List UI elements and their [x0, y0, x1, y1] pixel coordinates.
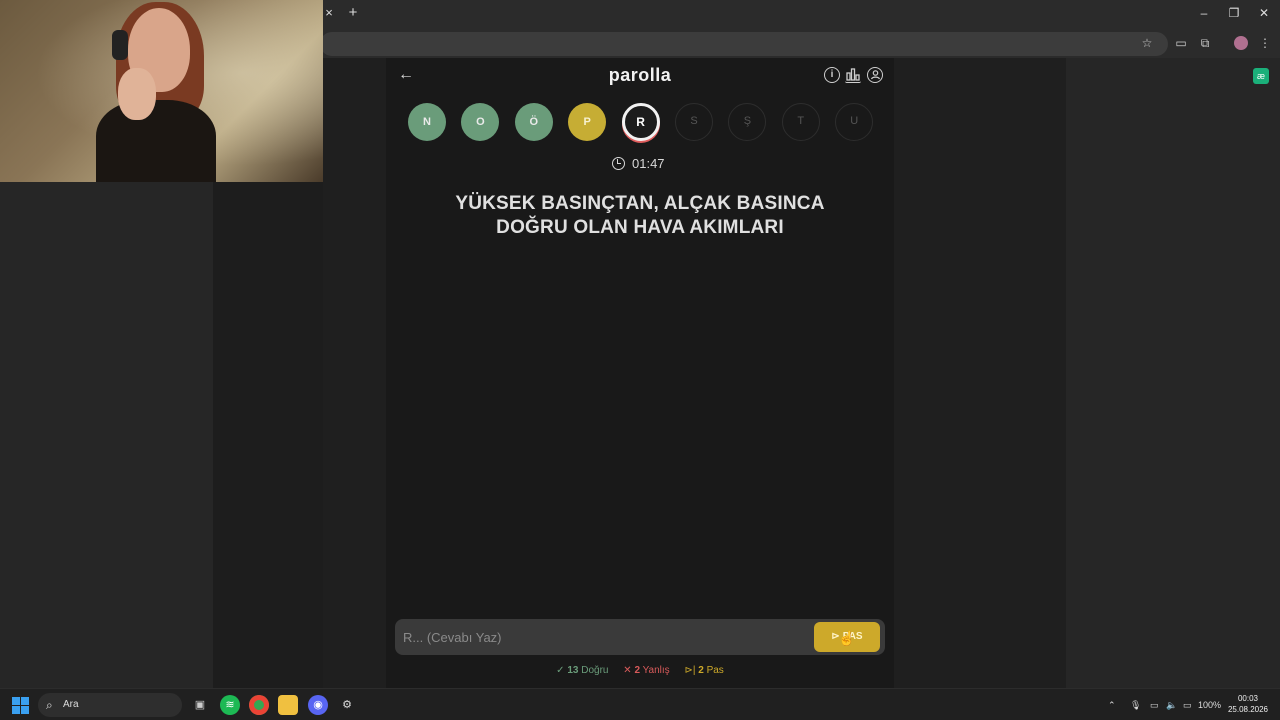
correct-count: 13 [567, 665, 579, 676]
answer-bar: ⊳PAS [395, 619, 885, 655]
statistics-icon[interactable] [845, 67, 861, 83]
page-gutter-right [894, 58, 1066, 688]
bookmark-star-icon[interactable]: ☆ [1138, 34, 1156, 52]
windows-start-icon[interactable] [12, 697, 29, 714]
page-background-right [1066, 58, 1280, 688]
address-bar[interactable] [320, 32, 1168, 56]
pass-count: 2 [698, 665, 704, 676]
volume-icon[interactable]: 🔈 [1166, 697, 1177, 713]
discord-icon[interactable]: ◉ [308, 695, 328, 715]
file-explorer-icon[interactable] [278, 695, 298, 715]
question-text: YÜKSEK BASINÇTAN, ALÇAK BASINCA DOĞRU OL… [410, 192, 870, 244]
reading-mode-icon[interactable]: ▭ [1172, 34, 1190, 52]
minimize-icon[interactable]: – [1194, 4, 1214, 22]
check-icon: ✓ [556, 665, 568, 676]
letter-circle-pass: P [568, 103, 607, 141]
webcam-person-hand [118, 68, 156, 120]
taskbar-search[interactable]: ⌕ Ara [38, 693, 182, 717]
task-view-icon[interactable]: ▣ [190, 695, 210, 715]
wrong-label: Yanlış [642, 665, 670, 676]
search-placeholder: Ara [63, 699, 79, 710]
battery-icon[interactable]: ▭ [1183, 697, 1192, 713]
microphone-icon[interactable]: 🎙 [1130, 697, 1141, 713]
cross-icon: ✕ [623, 665, 635, 676]
timer: 01:47 [612, 155, 672, 173]
network-icon[interactable]: ▭ [1150, 697, 1159, 713]
clock-date: 25.08.2026 [1227, 705, 1269, 714]
letter-circle-current: R [621, 103, 660, 141]
webcam-headset [112, 30, 128, 60]
question-line-1: YÜKSEK BASINÇTAN, ALÇAK BASINCA [455, 193, 825, 214]
settings-gear-icon[interactable]: ⚙ [337, 695, 357, 715]
chrome-icon[interactable] [249, 695, 269, 715]
extension-icon[interactable]: æ [1253, 68, 1269, 84]
clock[interactable]: 00:03 25.08.2026 [1224, 693, 1272, 719]
letter-circle-correct: Ö [514, 103, 553, 141]
wrong-count: 2 [634, 665, 641, 676]
battery-percent: 100% [1198, 700, 1222, 710]
letter-circle-correct: N [408, 103, 446, 141]
pass-label: Pas [706, 665, 724, 676]
correct-label: Doğru [581, 665, 609, 676]
letter-circle-correct: O [461, 103, 500, 141]
timer-value: 01:47 [632, 156, 665, 171]
mouse-cursor-icon: ☝ [838, 630, 856, 646]
letter-circle-pending: T [781, 103, 820, 141]
letter-circle-pending: U [835, 103, 874, 141]
page-gutter-left [323, 58, 386, 688]
webcam-person-body [96, 100, 216, 182]
menu-kebab-icon[interactable]: ⋮ [1256, 34, 1274, 52]
letter-progress: NOÖPRSŞTU [408, 103, 888, 141]
clock-icon [612, 157, 625, 170]
restore-icon[interactable]: ❐ [1224, 4, 1244, 22]
page-title: parolla [608, 65, 672, 85]
tray-chevron-up-icon[interactable]: ⌃ [1108, 697, 1116, 713]
user-account-icon[interactable] [867, 67, 883, 83]
spotify-icon[interactable]: ≋ [220, 695, 240, 715]
wrong-stat: ✕ 2 Yanlış [623, 664, 669, 678]
question-line-2: DOĞRU OLAN HAVA AKIMLARI [496, 217, 784, 238]
webcam-overlay [0, 0, 323, 182]
clock-time: 00:03 [1237, 694, 1259, 703]
skip-icon: ⊳| [684, 665, 699, 676]
pass-stat: ⊳| 2 Pas [684, 664, 723, 678]
letter-circle-pending: Ş [728, 103, 767, 141]
page-background-left [0, 182, 213, 688]
new-tab-icon[interactable]: + [344, 4, 362, 22]
close-tab-icon[interactable]: × [322, 4, 336, 22]
profile-avatar[interactable] [1234, 36, 1248, 50]
extensions-icon[interactable]: ⧉ [1196, 34, 1214, 52]
game-panel: ← parolla i NOÖPRSŞTU 01:47 YÜKSEK BASIN… [386, 58, 894, 688]
info-icon[interactable]: i [824, 67, 840, 83]
answer-input[interactable] [403, 625, 803, 649]
correct-stat: ✓ 13 Doğru [556, 664, 608, 678]
taskbar: ⌕ Ara ▣ ≋ ◉ ⚙ ⌃ 🎙 ▭ 🔈 ▭ 100% 00:03 25.08… [0, 688, 1280, 720]
score-stats: ✓ 13 Doğru ✕ 2 Yanlış ⊳| 2 Pas [386, 664, 894, 678]
close-window-icon[interactable]: ✕ [1254, 4, 1274, 22]
search-icon: ⌕ [46, 698, 53, 712]
letter-circle-pending: S [675, 103, 713, 141]
back-arrow-icon[interactable]: ← [398, 66, 414, 84]
